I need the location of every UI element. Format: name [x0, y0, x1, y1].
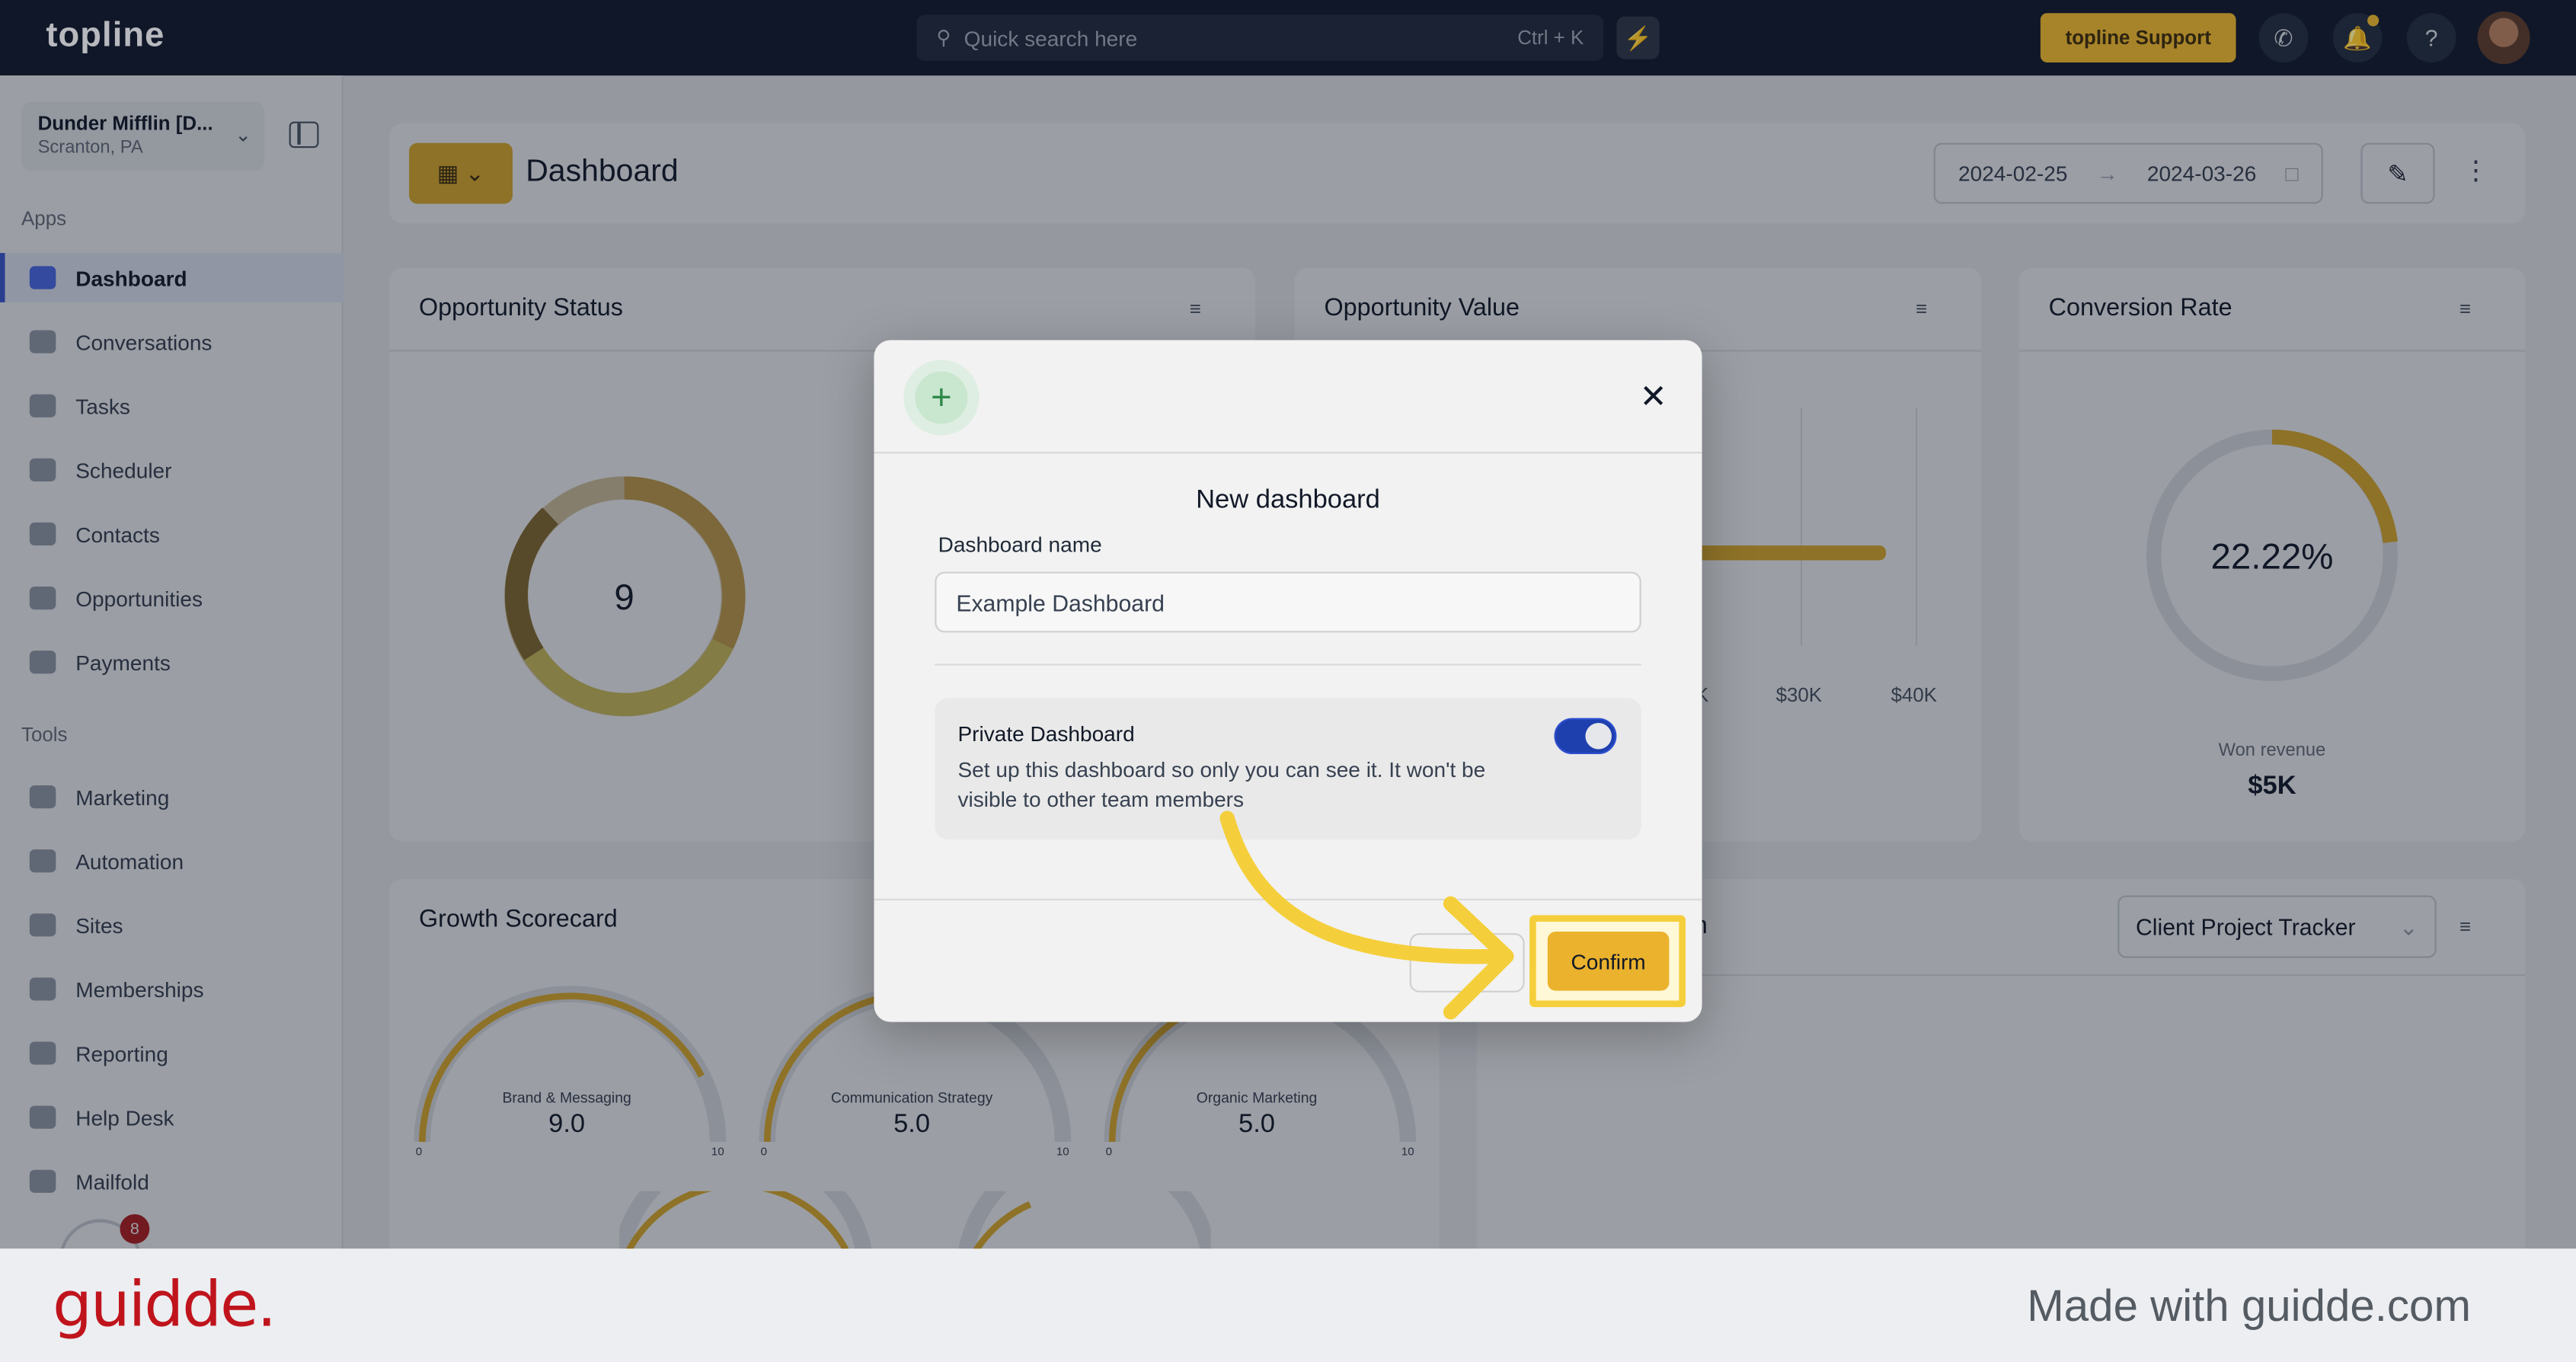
guidde-logo[interactable]: guidde. — [53, 1268, 276, 1341]
topbar-dim-overlay — [0, 0, 2576, 76]
toggle-knob — [1585, 723, 1612, 750]
guidde-footer: guidde. Made with guidde.com — [0, 1248, 2576, 1362]
plus-badge: + — [903, 360, 980, 436]
close-icon[interactable]: ✕ — [1640, 376, 1667, 417]
modal-title: New dashboard — [1196, 486, 1380, 515]
tutorial-arrow — [1219, 810, 1514, 1020]
private-dashboard-toggle[interactable] — [1554, 718, 1617, 755]
private-dashboard-title: Private Dashboard — [957, 721, 1135, 747]
divider — [874, 452, 1702, 454]
confirm-highlight: Confirm — [1529, 915, 1686, 1008]
app-screen: topline ⚲ Quick search here Ctrl + K ⚡ t… — [0, 0, 2576, 1362]
dashboard-name-label: Dashboard name — [938, 532, 1102, 558]
plus-icon: + — [915, 371, 968, 424]
made-with-text[interactable]: Made with guidde.com — [2027, 1281, 2471, 1332]
confirm-button[interactable]: Confirm — [1547, 931, 1670, 991]
dashboard-name-input[interactable] — [935, 571, 1641, 633]
divider — [935, 663, 1641, 666]
